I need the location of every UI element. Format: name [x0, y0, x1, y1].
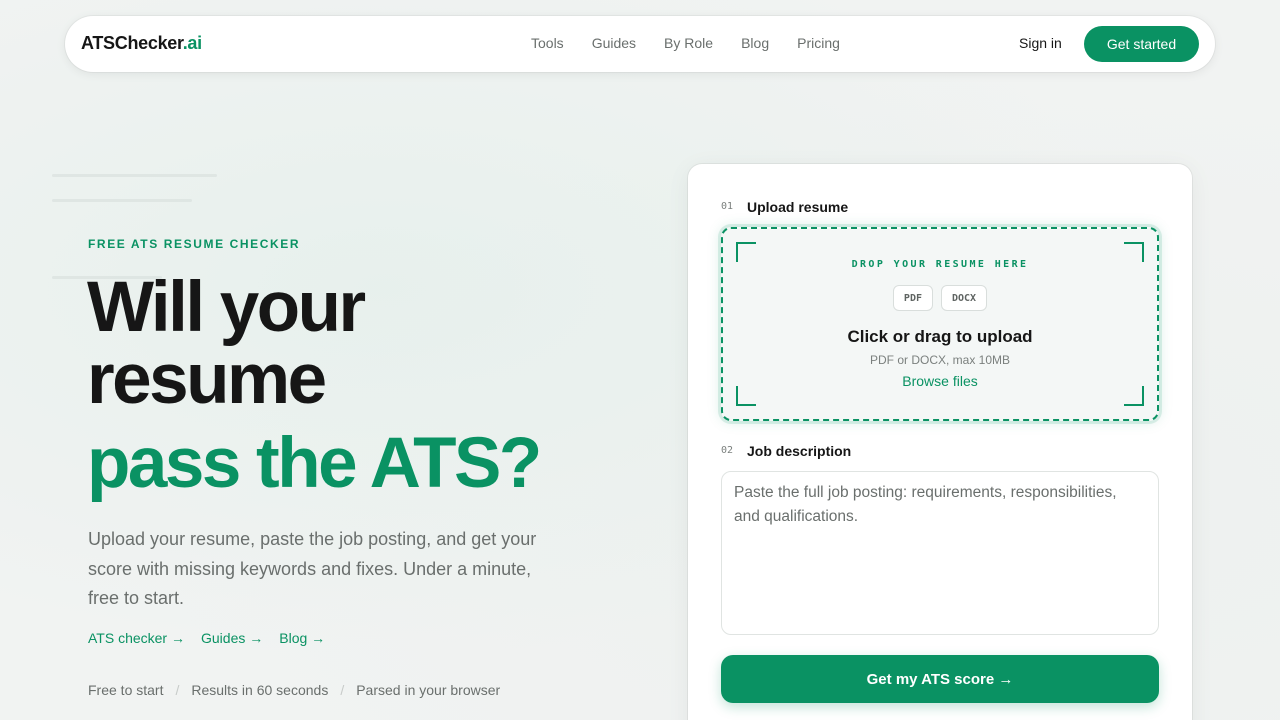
format-chip-docx: DOCX	[940, 285, 988, 311]
dropzone-title: DROP YOUR RESUME HERE	[851, 259, 1029, 270]
nav-link-blog[interactable]: Blog	[741, 35, 769, 51]
corner-bracket-icon	[1124, 386, 1144, 406]
badge-privacy: Parsed in your browser	[356, 682, 501, 698]
get-ats-score-button[interactable]: Get my ATS score →	[721, 655, 1159, 703]
decorative-line	[52, 199, 192, 202]
get-started-button[interactable]: Get started	[1084, 26, 1199, 62]
step-number-upload: 01	[721, 201, 734, 212]
ats-check-form: 01 Upload resume DROP YOUR RESUME HERE P…	[688, 164, 1192, 720]
hero-title: Will your resume pass the ATS?	[87, 268, 542, 503]
step-label-upload: Upload resume	[747, 199, 849, 215]
format-chip-pdf: PDF	[892, 285, 933, 311]
browse-files-link[interactable]: Browse files	[723, 373, 1157, 389]
nav-link-tools[interactable]: Tools	[531, 35, 564, 51]
brand-name: ATSChecker	[81, 33, 183, 53]
badge-speed: Results in 60 seconds	[191, 682, 329, 698]
step-number-job: 02	[721, 445, 734, 456]
step-label-job: Job description	[747, 443, 852, 459]
dropzone-limits: PDF or DOCX, max 10MB	[869, 353, 1011, 367]
nav-link-guides[interactable]: Guides	[592, 35, 636, 51]
resume-dropzone[interactable]: DROP YOUR RESUME HERE PDF DOCX Click or …	[721, 227, 1159, 421]
corner-bracket-icon	[736, 386, 756, 406]
hero-links: ATS checker → Guides → Blog →	[88, 630, 341, 646]
hero-title-line-2: resume	[87, 340, 327, 419]
hero-title-accent: pass the ATS?	[87, 424, 542, 503]
dropzone-instruction: Click or drag to upload	[847, 327, 1033, 346]
brand-logo[interactable]: ATSChecker.ai	[81, 33, 202, 54]
top-nav: ATSChecker.ai Tools Guides By Role Blog …	[65, 16, 1215, 72]
hero-eyebrow: FREE ATS RESUME CHECKER	[88, 237, 301, 251]
nav-link-by-role[interactable]: By Role	[664, 35, 713, 51]
decorative-line	[52, 174, 217, 177]
ats-checker-link[interactable]: ATS checker →	[88, 630, 185, 646]
badge-divider: /	[340, 682, 345, 698]
hero-title-line-1: Will your	[87, 268, 366, 347]
badge-free: Free to start	[88, 682, 164, 698]
trust-badges: Free to start / Results in 60 seconds / …	[88, 682, 500, 698]
sign-in-link[interactable]: Sign in	[1019, 35, 1062, 51]
guides-link[interactable]: Guides →	[201, 630, 263, 646]
job-description-input[interactable]	[721, 471, 1159, 635]
brand-suffix: .ai	[182, 33, 202, 53]
badge-divider: /	[175, 682, 180, 698]
format-chips: PDF DOCX	[723, 285, 1157, 311]
nav-links: Tools Guides By Role Blog Pricing	[531, 35, 868, 51]
nav-link-pricing[interactable]: Pricing	[797, 35, 840, 51]
blog-link[interactable]: Blog →	[279, 630, 325, 646]
hero-description: Upload your resume, paste the job postin…	[88, 529, 537, 608]
